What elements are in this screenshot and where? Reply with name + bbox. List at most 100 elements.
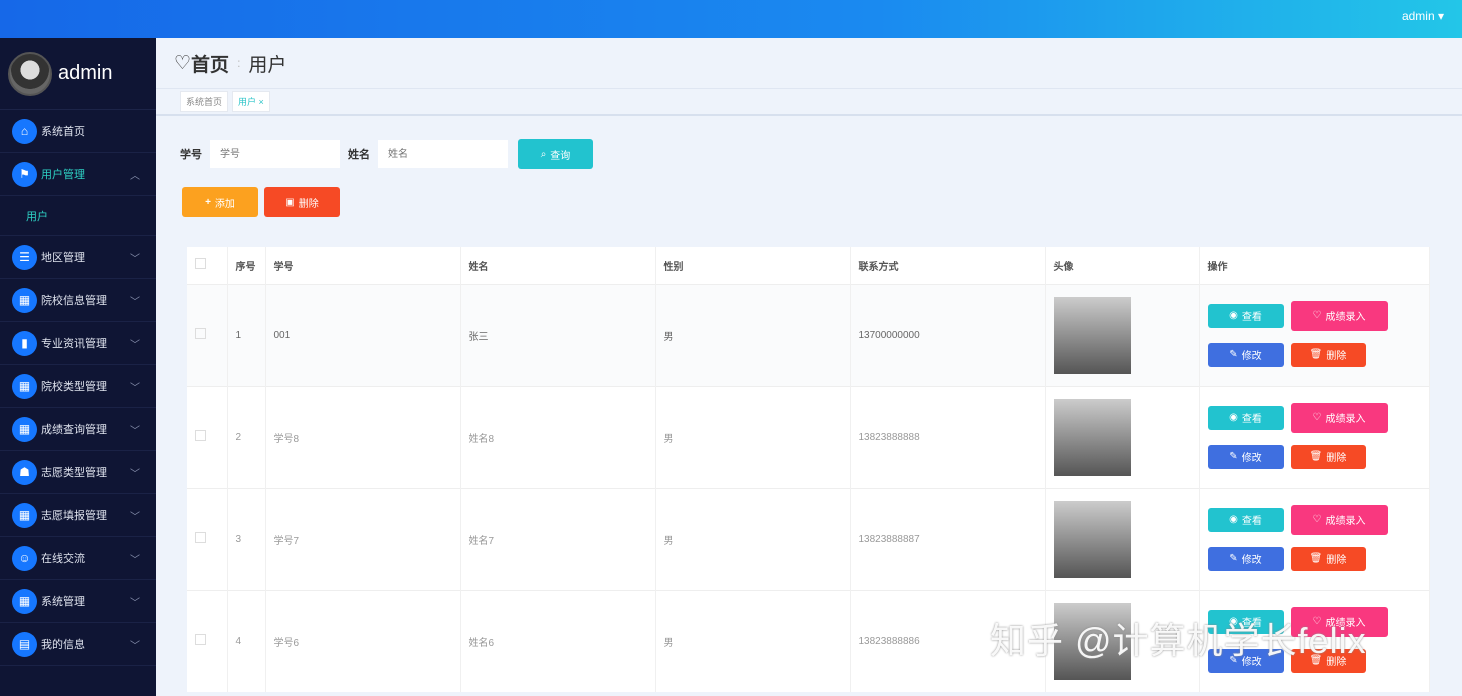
heart-icon: ♡ xyxy=(1312,412,1322,423)
search-button[interactable]: ⌕ 查询 xyxy=(518,139,593,169)
sidebar-item-10[interactable]: ▦ 系统管理 ﹀ xyxy=(0,580,156,623)
score-label: 成绩录入 xyxy=(1325,414,1366,425)
user-menu[interactable]: admin ▾ xyxy=(1402,9,1444,23)
col-header: 头像 xyxy=(1045,247,1200,284)
chevron-down-icon: ﹀ xyxy=(130,554,140,566)
cell: 1 xyxy=(227,283,266,386)
row-checkbox[interactable] xyxy=(187,589,228,692)
edit-button[interactable]: ✎ 修改 xyxy=(1207,444,1284,469)
col-header: 操作 xyxy=(1199,247,1430,284)
sidebar-item-11[interactable]: ▤ 我的信息 ﹀ xyxy=(0,623,156,666)
delete-row-button[interactable]: 🗑 删除 xyxy=(1290,342,1366,367)
select-all[interactable] xyxy=(187,247,228,284)
edit-button[interactable]: ✎ 修改 xyxy=(1207,342,1284,367)
col-header: 学号 xyxy=(265,247,461,284)
sidebar-item-7[interactable]: ☗ 志愿类型管理 ﹀ xyxy=(0,451,156,494)
chevron-down-icon: ﹀ xyxy=(130,597,140,609)
menu-icon: ▮ xyxy=(12,330,37,356)
table-row: 1 001 张三男 13700000000 ◉ 查看 ♡ 成绩录入 ✎ 修改 🗑 删除 xyxy=(187,283,1430,386)
col-header: 姓名 xyxy=(460,247,656,284)
add-label: 添加 xyxy=(214,198,235,210)
cell: 男 xyxy=(655,283,851,386)
menu-icon: ▦ xyxy=(12,416,37,442)
row-checkbox[interactable] xyxy=(187,385,228,488)
edit-icon: ✎ xyxy=(1229,553,1238,564)
cell: 13823888887 xyxy=(850,487,1046,590)
view-label: 查看 xyxy=(1241,312,1262,323)
delete-label: 删除 xyxy=(298,198,319,210)
watermark: 知乎 @计算机学长felix xyxy=(990,620,1367,661)
search-form: 学号 姓名 ⌕查询 xyxy=(180,139,593,169)
sidebar-item-label: 成绩查询管理 xyxy=(41,424,107,436)
sidebar-item-label: 院校类型管理 xyxy=(41,381,107,393)
sidebar-item-5[interactable]: ▦ 院校类型管理 ﹀ xyxy=(0,365,156,408)
menu-icon: ▦ xyxy=(12,502,37,528)
view-button[interactable]: ◉ 查看 xyxy=(1207,507,1284,532)
sidebar-item-9[interactable]: ☺ 在线交流 ﹀ xyxy=(0,537,156,580)
eye-icon: ◉ xyxy=(1229,310,1238,321)
trash-icon: 🗑 xyxy=(1309,451,1323,462)
tab-home[interactable]: 系统首页 xyxy=(180,91,229,112)
student-id-input[interactable] xyxy=(210,140,340,168)
sidebar-item-1[interactable]: ⚑ 用户管理 ︿ xyxy=(0,153,156,196)
menu-icon: ▦ xyxy=(12,588,37,614)
edit-button[interactable]: ✎ 修改 xyxy=(1207,546,1284,571)
sidebar-item-label: 在线交流 xyxy=(41,553,85,565)
brand-name: admin xyxy=(58,62,113,84)
edit-label: 修改 xyxy=(1241,453,1262,464)
score-entry-button[interactable]: ♡ 成绩录入 xyxy=(1290,300,1388,331)
sidebar-item-label: 专业资讯管理 xyxy=(41,338,107,350)
user-photo xyxy=(1053,500,1131,578)
edit-icon: ✎ xyxy=(1229,451,1238,462)
edit-label: 修改 xyxy=(1241,555,1262,566)
score-entry-button[interactable]: ♡ 成绩录入 xyxy=(1290,402,1388,433)
cell: 13823888888 xyxy=(850,385,1046,488)
menu-icon: ▤ xyxy=(12,631,37,657)
cell: 姓名7 xyxy=(460,487,656,590)
sidebar-item-8[interactable]: ▦ 志愿填报管理 ﹀ xyxy=(0,494,156,537)
cell: 男 xyxy=(655,589,851,692)
view-label: 查看 xyxy=(1241,414,1262,425)
tab-bar: 系统首页 用户 × xyxy=(156,88,1462,116)
col-header: 联系方式 xyxy=(850,247,1046,284)
cell: 学号7 xyxy=(265,487,461,590)
table-row: 3 学号7 姓名7 男 13823888887 ◉ 查看 ♡ 成绩录入 ✎ 修改 🗑 删除 xyxy=(187,487,1430,590)
table-row: 2 学号8 姓名8 男 13823888888 ◉ 查看 ♡ 成绩录入 ✎ 修改 🗑 删除 xyxy=(187,385,1430,488)
delete-button[interactable]: ▣ 删除 xyxy=(264,187,340,217)
view-button[interactable]: ◉ 查看 xyxy=(1207,405,1284,430)
eye-icon: ◉ xyxy=(1229,412,1238,423)
sidebar-item-0[interactable]: ⌂ 系统首页 xyxy=(0,110,156,153)
sidebar-subitem-user[interactable]: 用户 xyxy=(0,196,156,236)
sidebar-item-6[interactable]: ▦ 成绩查询管理 ﹀ xyxy=(0,408,156,451)
delete-row-button[interactable]: 🗑 删除 xyxy=(1290,546,1366,571)
row-checkbox[interactable] xyxy=(187,283,228,386)
menu-icon: ☗ xyxy=(12,459,37,485)
ops-cell: ◉ 查看 ♡ 成绩录入 ✎ 修改 🗑 删除 xyxy=(1199,283,1430,386)
student-id-label: 学号 xyxy=(180,149,202,161)
sidebar-item-2[interactable]: ☰ 地区管理 ﹀ xyxy=(0,236,156,279)
plus-icon: + xyxy=(205,196,211,208)
eye-icon: ◉ xyxy=(1229,514,1238,525)
trash-icon: 🗑 xyxy=(1309,349,1323,360)
row-checkbox[interactable] xyxy=(187,487,228,590)
search-icon: ⌕ xyxy=(540,148,547,160)
breadcrumb-home[interactable]: 首页 xyxy=(191,50,229,77)
sidebar-item-4[interactable]: ▮ 专业资讯管理 ﹀ xyxy=(0,322,156,365)
chevron-up-icon: ︿ xyxy=(130,170,140,182)
delete-row-button[interactable]: 🗑 删除 xyxy=(1290,444,1366,469)
name-label: 姓名 xyxy=(348,149,370,161)
chevron-down-icon: ﹀ xyxy=(130,382,140,394)
menu-icon: ▦ xyxy=(12,373,37,399)
name-input[interactable] xyxy=(378,140,508,168)
cell: 3 xyxy=(227,487,266,590)
user-photo xyxy=(1053,296,1131,374)
tab-user[interactable]: 用户 × xyxy=(232,91,270,112)
view-button[interactable]: ◉ 查看 xyxy=(1207,303,1284,328)
sidebar-item-3[interactable]: ▦ 院校信息管理 ﹀ xyxy=(0,279,156,322)
menu-icon: ⌂ xyxy=(12,118,37,144)
delete-row-label: 删除 xyxy=(1326,555,1347,566)
chevron-down-icon: ﹀ xyxy=(130,296,140,308)
score-entry-button[interactable]: ♡ 成绩录入 xyxy=(1290,504,1388,535)
add-button[interactable]: + 添加 xyxy=(182,187,258,217)
avatar xyxy=(8,51,52,96)
